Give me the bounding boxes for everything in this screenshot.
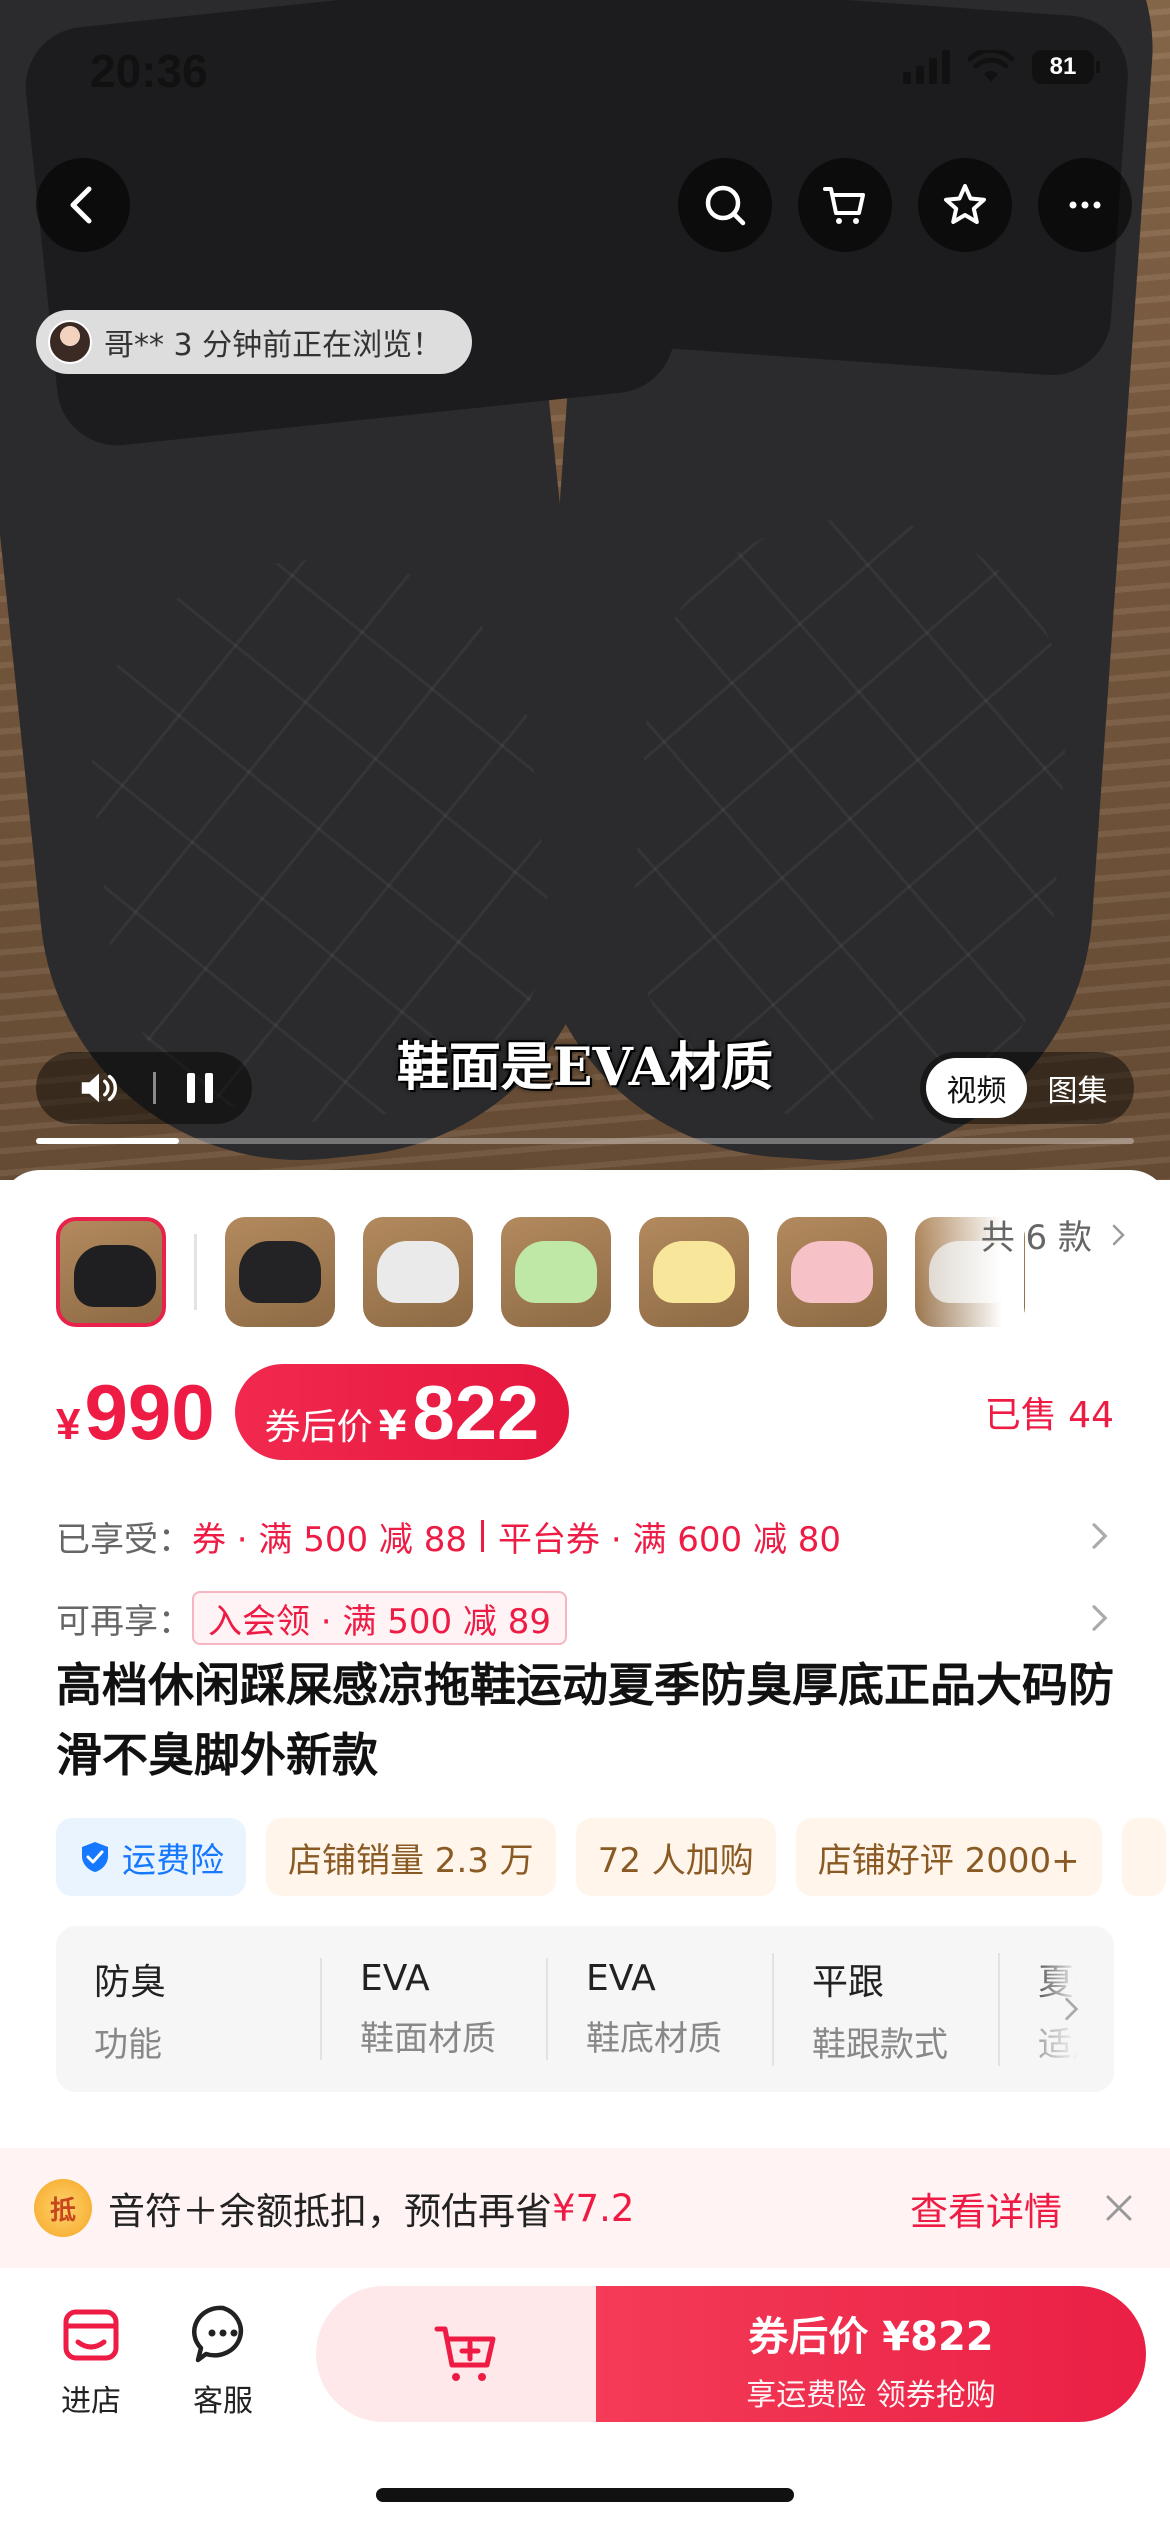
product-info-card: 共 6 款 ¥ 990 券后价 ¥ 822 已售 44 已享受： 券 · 满 5… [0, 1170, 1170, 2140]
member-coupon-tag: 入会领 · 满 500 减 89 [192, 1591, 568, 1645]
search-button[interactable] [678, 158, 772, 252]
variant-thumb-black[interactable] [225, 1217, 335, 1327]
cart-button[interactable] [798, 158, 892, 252]
store-rating-badge: 店铺好评 2000+ [795, 1818, 1102, 1896]
home-indicator [376, 2488, 794, 2502]
status-icons: 81 [903, 50, 1100, 84]
original-price-value: 990 [84, 1367, 215, 1456]
browsing-notice: 哥** 3 分钟前正在浏览！ [36, 310, 473, 374]
buy-now-subtitle: 享运费险 领券抢购 [746, 2378, 996, 2413]
variant-thumb-pink[interactable] [777, 1217, 887, 1327]
chevron-right-icon [1092, 1523, 1108, 1549]
favorite-button[interactable] [918, 158, 1012, 252]
coupon-price-value: 822 [412, 1371, 540, 1456]
cart-icon [823, 187, 865, 224]
variant-thumb-black-selected[interactable] [56, 1217, 166, 1327]
chat-icon [192, 2305, 244, 2363]
more-button[interactable] [1038, 158, 1132, 252]
store-label: 进店 [61, 2384, 121, 2419]
variant-thumb-white[interactable] [363, 1217, 473, 1327]
deduction-amount: ¥7.2 [552, 2186, 635, 2230]
close-icon[interactable] [1102, 2191, 1136, 2225]
sold-count: 已售 44 [984, 1395, 1114, 1436]
customer-service-label: 客服 [193, 2384, 253, 2419]
attribute-item: EVA 鞋面材质 [320, 1958, 546, 2060]
buy-now-button[interactable]: 券后价 ¥822 享运费险 领券抢购 [596, 2286, 1146, 2422]
view-details-link[interactable]: 查看详情 [910, 2181, 1062, 2236]
deduction-banner: 抵 音符＋余额抵扣，预估再省 ¥7.2 查看详情 [0, 2148, 1170, 2268]
video-progress-fill [36, 1138, 179, 1144]
store-button[interactable]: 进店 [36, 2302, 146, 2420]
video-progress-bar[interactable] [36, 1138, 1134, 1144]
store-icon [63, 2309, 119, 2361]
service-badges: 运费险 店铺销量 2.3 万 72 人加购 店铺好评 2000+ [56, 1818, 1166, 1898]
tab-video[interactable]: 视频 [926, 1058, 1027, 1118]
deduction-icon: 抵 [34, 2179, 92, 2237]
back-button[interactable] [36, 158, 130, 252]
avatar [48, 320, 92, 364]
chevron-right-icon [1065, 1997, 1079, 2021]
shield-icon [82, 1842, 108, 1872]
customer-service-button[interactable]: 客服 [168, 2302, 278, 2420]
price-row: ¥ 990 券后价 ¥ 822 已售 44 [56, 1362, 1114, 1462]
shipping-insurance-badge[interactable]: 运费险 [56, 1818, 246, 1896]
promo-enjoyed-label: 已享受： [56, 1519, 192, 1560]
promo-platform-coupon: 平台券 · 满 600 减 80 [498, 1519, 842, 1560]
coupon-price-badge: 券后价 ¥ 822 [234, 1364, 570, 1460]
browsing-notice-text: 哥** 3 分钟前正在浏览！ [104, 328, 443, 363]
promo-more-row[interactable]: 可再享： 入会领 · 满 500 减 89 [56, 1590, 1114, 1646]
battery-icon: 81 [1032, 50, 1100, 84]
battery-level: 81 [1032, 50, 1094, 84]
variant-count: 共 6 款 [980, 1218, 1092, 1258]
chevron-right-icon [1092, 1605, 1108, 1631]
coupon-price-label: 券后价 [264, 1407, 373, 1448]
search-icon [705, 185, 746, 226]
product-title: 高档休闲踩屎感凉拖鞋运动夏季防臭厚底正品大码防滑不臭脚外新款 [56, 1658, 1114, 1782]
video-controls [36, 1052, 252, 1124]
store-sales-badge: 店铺销量 2.3 万 [266, 1818, 556, 1896]
attribute-item: EVA 鞋底材质 [546, 1958, 772, 2060]
promo-more-label: 可再享： [56, 1601, 192, 1642]
promo-coupon: 券 · 满 500 减 88 [192, 1519, 468, 1560]
add-cart-icon [434, 2326, 496, 2381]
shipping-insurance-label: 运费险 [122, 1840, 224, 1881]
chevron-right-icon [1112, 1224, 1125, 1245]
product-video[interactable]: 20:36 81 哥** 3 分钟前正在浏览！ 鞋面是EVA材质 视频 图集 [0, 0, 1170, 1180]
all-variants-link[interactable]: 共 6 款 [981, 1210, 1130, 1259]
chevron-left-icon [70, 186, 92, 224]
more-icon [1069, 201, 1101, 209]
buy-now-price: 券后价 ¥822 [748, 2314, 994, 2360]
promo-enjoyed-row[interactable]: 已享受： 券 · 满 500 减 88 平台券 · 满 600 减 80 [56, 1508, 1114, 1564]
pause-icon[interactable] [186, 1073, 213, 1103]
media-toggle: 视频 图集 [920, 1052, 1134, 1124]
status-time: 20:36 [90, 45, 208, 97]
deduction-text: 音符＋余额抵扣，预估再省 [108, 2190, 552, 2233]
star-icon [944, 184, 986, 224]
variant-thumb-green[interactable] [501, 1217, 611, 1327]
cart-adds-badge: 72 人加购 [575, 1818, 776, 1896]
variant-thumb-yellow[interactable] [639, 1217, 749, 1327]
signal-icon [903, 50, 950, 84]
product-attributes[interactable]: 防臭 功能 EVA 鞋面材质 EVA 鞋底材质 平跟 鞋跟款式 夏季 适用季节 [56, 1926, 1114, 2092]
attribute-item: 防臭 功能 [94, 1961, 167, 2065]
attribute-item: 平跟 鞋跟款式 [772, 1952, 998, 2066]
badge-partial [1121, 1818, 1166, 1896]
tab-gallery[interactable]: 图集 [1027, 1058, 1128, 1118]
wifi-icon [968, 50, 1014, 82]
status-bar: 20:36 81 [0, 0, 1170, 140]
add-to-cart-button[interactable] [316, 2286, 616, 2422]
original-price: ¥ 990 [56, 1367, 215, 1456]
volume-icon[interactable] [76, 1065, 122, 1111]
